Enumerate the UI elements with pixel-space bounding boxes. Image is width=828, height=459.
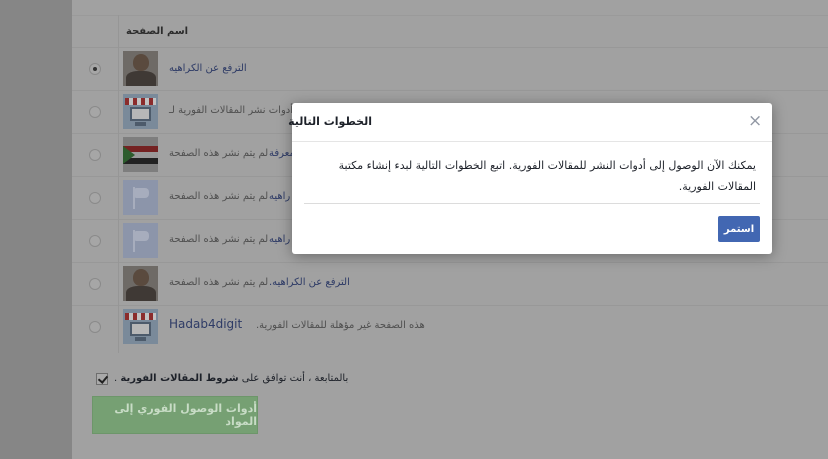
access-tools-button[interactable]: أدوات الوصول الفوري إلى المواد bbox=[92, 396, 258, 434]
table-row[interactable]: الترفع عن الكراهيه bbox=[72, 48, 828, 91]
left-gutter bbox=[0, 0, 72, 459]
close-icon[interactable]: × bbox=[748, 113, 762, 130]
dialog-title: الخطوات التالية bbox=[288, 115, 372, 128]
page-radio[interactable] bbox=[89, 235, 101, 247]
page-avatar bbox=[123, 51, 158, 86]
table-header: اسم الصفحة bbox=[72, 15, 828, 48]
terms-link[interactable]: شروط المقالات الفورية bbox=[120, 373, 238, 384]
terms-suffix: . bbox=[114, 373, 118, 384]
dialog-header: الخطوات التالية × bbox=[288, 103, 772, 142]
page-name[interactable]: Hadab4digit bbox=[169, 317, 242, 331]
flag-icon bbox=[123, 180, 158, 215]
flag-icon bbox=[123, 223, 158, 258]
page-status: لم يتم نشر هذه الصفحة bbox=[169, 191, 269, 202]
page-radio[interactable] bbox=[89, 192, 101, 204]
page-name[interactable]: راهيه bbox=[269, 191, 290, 202]
terms-text: بالمتابعة ، أنت توافق على شروط المقالات … bbox=[114, 373, 348, 384]
page-radio[interactable] bbox=[89, 63, 101, 75]
page-radio[interactable] bbox=[89, 106, 101, 118]
continue-button[interactable]: استمر bbox=[718, 216, 760, 242]
column-header-page-name: اسم الصفحة bbox=[126, 26, 189, 37]
page-name[interactable]: الترفع عن الكراهيه. bbox=[269, 277, 350, 288]
dialog-message: يمكنك الآن الوصول إلى أدوات النشر للمقال… bbox=[338, 159, 756, 193]
page-name[interactable]: معرفة bbox=[269, 148, 295, 159]
table-row[interactable]: لم يتم نشر هذه الصفحة الترفع عن الكراهيه… bbox=[72, 263, 828, 306]
page-status: لم يتم نشر هذه الصفحة bbox=[169, 234, 269, 245]
page-radio[interactable] bbox=[89, 278, 101, 290]
page-status: هذه الصفحة غير مؤهلة للمقالات الفورية. bbox=[256, 320, 425, 331]
next-steps-dialog: الخطوات التالية × يمكنك الآن الوصول إلى … bbox=[288, 103, 772, 254]
page-avatar bbox=[123, 137, 158, 172]
page-name[interactable]: راهيه bbox=[269, 234, 290, 245]
dialog-divider bbox=[304, 203, 760, 204]
page-radio[interactable] bbox=[89, 149, 101, 161]
page-avatar bbox=[123, 266, 158, 301]
table-row[interactable]: Hadab4digit هذه الصفحة غير مؤهلة للمقالا… bbox=[72, 306, 828, 349]
terms-prefix: بالمتابعة ، أنت توافق على bbox=[241, 373, 349, 384]
page-name[interactable]: الترفع عن الكراهيه bbox=[169, 63, 247, 74]
page-radio[interactable] bbox=[89, 321, 101, 333]
page-status: لم يتم نشر هذه الصفحة bbox=[169, 148, 269, 159]
page-avatar bbox=[123, 94, 158, 129]
terms-checkbox[interactable] bbox=[96, 373, 108, 385]
column-divider bbox=[118, 15, 119, 353]
page-status: لم يتم نشر هذه الصفحة bbox=[169, 277, 269, 288]
page-avatar bbox=[123, 309, 158, 344]
